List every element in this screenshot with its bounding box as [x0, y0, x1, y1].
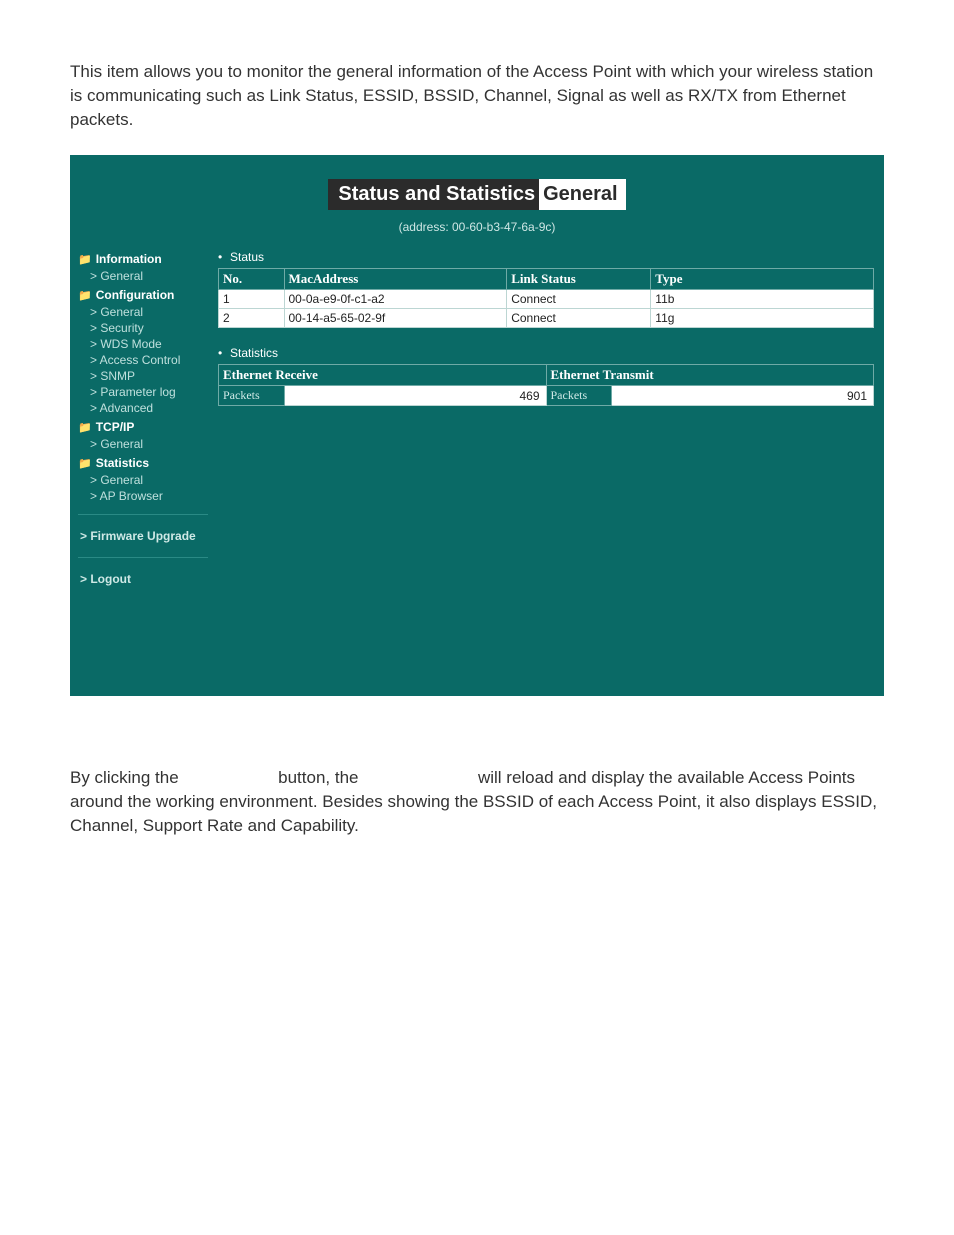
col-no: No. [219, 269, 285, 290]
tx-packets-label: Packets [546, 386, 612, 406]
outro-seg1: By clicking the [70, 768, 179, 787]
eth-transmit-header: Ethernet Transmit [546, 365, 874, 386]
table-row: 1 00-0a-e9-0f-c1-a2 Connect 11b [219, 290, 874, 309]
col-type: Type [651, 269, 874, 290]
sidebar-item-config-paramlog[interactable]: > Parameter log [78, 384, 208, 400]
cell-link: Connect [507, 290, 651, 309]
cell-link: Connect [507, 309, 651, 328]
col-link: Link Status [507, 269, 651, 290]
cell-type: 11b [651, 290, 874, 309]
sidebar-group-tcpip[interactable]: TCP/IP [78, 416, 208, 436]
cell-mac: 00-0a-e9-0f-c1-a2 [284, 290, 507, 309]
outro-seg3: will reload and display the available Ac… [70, 768, 877, 835]
eth-receive-header: Ethernet Receive [219, 365, 547, 386]
screenshot-panel: Status and StatisticsGeneral (address: 0… [70, 155, 884, 696]
table-row: 2 00-14-a5-65-02-9f Connect 11g [219, 309, 874, 328]
sidebar: Information > General Configuration > Ge… [70, 248, 214, 590]
rx-packets-value: 469 [284, 386, 546, 406]
sidebar-item-config-snmp[interactable]: > SNMP [78, 368, 208, 384]
sidebar-logout[interactable]: > Logout [78, 568, 208, 590]
sidebar-item-stats-general[interactable]: > General [78, 472, 208, 488]
sidebar-group-configuration[interactable]: Configuration [78, 284, 208, 304]
sidebar-item-stats-apbrowser[interactable]: > AP Browser [78, 488, 208, 504]
status-table: No. MacAddress Link Status Type 1 00-0a-… [218, 268, 874, 328]
sidebar-item-config-wdsmode[interactable]: > WDS Mode [78, 336, 208, 352]
intro-paragraph: This item allows you to monitor the gene… [70, 60, 884, 131]
sidebar-item-config-general[interactable]: > General [78, 304, 208, 320]
statistics-table: Ethernet Receive Ethernet Transmit Packe… [218, 364, 874, 406]
sidebar-firmware-upgrade[interactable]: > Firmware Upgrade [78, 525, 208, 547]
cell-no: 1 [219, 290, 285, 309]
status-heading: Status [218, 248, 874, 268]
cell-mac: 00-14-a5-65-02-9f [284, 309, 507, 328]
sidebar-item-config-security[interactable]: > Security [78, 320, 208, 336]
sidebar-item-config-accesscontrol[interactable]: > Access Control [78, 352, 208, 368]
sidebar-item-config-advanced[interactable]: > Advanced [78, 400, 208, 416]
sidebar-group-statistics[interactable]: Statistics [78, 452, 208, 472]
rx-packets-label: Packets [219, 386, 285, 406]
cell-no: 2 [219, 309, 285, 328]
sidebar-group-information[interactable]: Information [78, 248, 208, 268]
sidebar-item-info-general[interactable]: > General [78, 268, 208, 284]
tx-packets-value: 901 [612, 386, 874, 406]
outro-seg2: button, the [278, 768, 358, 787]
sidebar-item-tcpip-general[interactable]: > General [78, 436, 208, 452]
statistics-heading: Statistics [218, 344, 874, 364]
content-area: Status No. MacAddress Link Status Type 1… [214, 248, 884, 666]
mac-address-line: (address: 00-60-b3-47-6a-9c) [70, 214, 884, 248]
outro-paragraph: By clicking the button, the will reload … [70, 766, 884, 837]
panel-title-sub: General [539, 179, 625, 210]
col-mac: MacAddress [284, 269, 507, 290]
panel-title-main: Status and Statistics [328, 179, 541, 210]
cell-type: 11g [651, 309, 874, 328]
